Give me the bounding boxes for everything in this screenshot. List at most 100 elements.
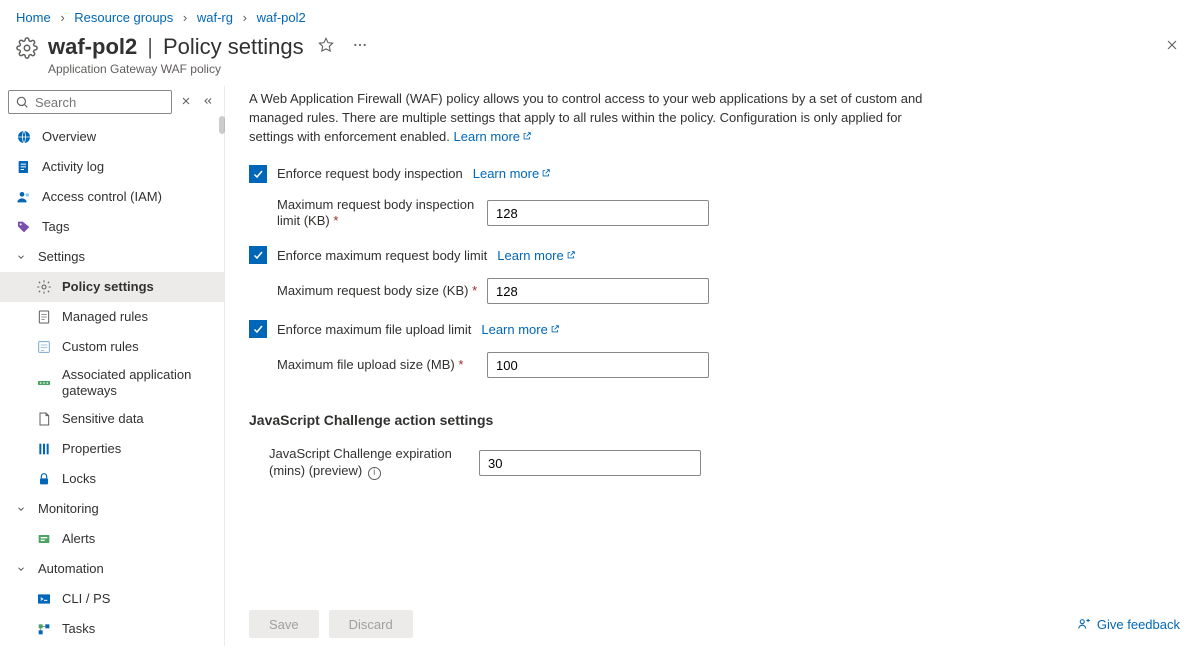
sidebar-item-label: Tags [42,219,69,235]
learn-more-link[interactable]: Learn more [481,322,559,337]
enforce-max-body-checkbox[interactable] [249,246,267,264]
title-bar: waf-pol2 | Policy settings Application G… [0,25,1200,86]
breadcrumb-home[interactable]: Home [16,10,51,25]
title-separator: | [147,34,153,60]
check-icon [252,323,264,335]
sidebar-item-tasks[interactable]: Tasks [0,614,224,644]
sidebar-group-settings[interactable]: Settings [0,242,224,272]
collapse-sidebar-button[interactable] [200,93,216,112]
person-icon [16,189,32,205]
discard-button[interactable]: Discard [329,610,413,638]
breadcrumb: Home › Resource groups › waf-rg › waf-po… [0,0,1200,25]
sidebar-item-custom-rules[interactable]: Custom rules [0,332,224,362]
checkbox-label: Enforce maximum request body limit [277,248,487,263]
checkbox-label: Enforce maximum file upload limit [277,322,471,337]
gateway-icon [36,375,52,391]
js-expiration-field: JavaScript Challenge expiration (mins) (… [269,446,1180,480]
lock-icon [36,471,52,487]
field-label: Maximum file upload size (MB) * [277,357,487,374]
sidebar-item-policy-settings[interactable]: Policy settings [0,272,224,302]
learn-more-link[interactable]: Learn more [473,166,551,181]
breadcrumb-resource[interactable]: waf-pol2 [257,10,306,25]
chevron-right-icon: › [60,10,64,25]
sidebar-item-label: Access control (IAM) [42,189,162,205]
sidebar-group-label: Automation [38,561,104,577]
enforce-body-inspection-checkbox[interactable] [249,165,267,183]
sidebar-item-overview[interactable]: Overview [0,122,224,152]
globe-icon [16,129,32,145]
tasks-icon [36,621,52,637]
sidebar-item-managed-rules[interactable]: Managed rules [0,302,224,332]
page-title: Policy settings [163,34,304,60]
sidebar-item-tags[interactable]: Tags [0,212,224,242]
sidebar-item-activity-log[interactable]: Activity log [0,152,224,182]
feedback-icon [1077,617,1091,631]
properties-icon [36,441,52,457]
max-file-upload-field: Maximum file upload size (MB) * [277,352,1180,378]
favorite-button[interactable] [314,33,338,60]
resource-type: Application Gateway WAF policy [48,62,372,76]
close-icon [1164,37,1180,53]
save-button[interactable]: Save [249,610,319,638]
search-box[interactable] [8,90,172,114]
document-icon [36,309,52,325]
learn-more-link[interactable]: Learn more [454,129,532,144]
sidebar-group-label: Monitoring [38,501,99,517]
sidebar-item-alerts[interactable]: Alerts [0,524,224,554]
max-body-size-input[interactable] [487,278,709,304]
sidebar-nav: Overview Activity log Access control (IA… [0,122,224,646]
search-input[interactable] [35,95,165,110]
sidebar-item-label: Alerts [62,531,95,547]
log-icon [16,159,32,175]
search-icon [15,95,29,109]
sidebar-group-monitoring[interactable]: Monitoring [0,494,224,524]
terminal-icon [36,591,52,607]
max-file-upload-input[interactable] [487,352,709,378]
info-icon[interactable]: i [368,467,381,480]
enforce-max-body-row: Enforce maximum request body limit Learn… [249,246,1180,264]
give-feedback-link[interactable]: Give feedback [1077,617,1180,632]
sidebar-item-locks[interactable]: Locks [0,464,224,494]
checkbox-label: Enforce request body inspection [277,166,463,181]
sidebar-item-properties[interactable]: Properties [0,434,224,464]
external-link-icon [522,131,532,141]
external-link-icon [541,168,551,178]
js-expiration-input[interactable] [479,450,701,476]
clear-search-button[interactable] [178,93,194,112]
intro-text: A Web Application Firewall (WAF) policy … [249,90,929,147]
sidebar-item-export-template[interactable]: Export template [0,644,224,646]
more-button[interactable] [348,33,372,60]
sidebar-item-label: Properties [62,441,121,457]
more-icon [352,37,368,53]
sidebar-item-sensitive-data[interactable]: Sensitive data [0,404,224,434]
sidebar-item-cli[interactable]: CLI / PS [0,584,224,614]
enforce-file-upload-row: Enforce maximum file upload limit Learn … [249,320,1180,338]
chevron-down-icon [16,504,26,514]
sidebar: Overview Activity log Access control (IA… [0,86,225,646]
sidebar-item-associated-gateways[interactable]: Associated application gateways [0,362,224,404]
max-body-inspection-input[interactable] [487,200,709,226]
field-label: Maximum request body size (KB) * [277,283,487,300]
external-link-icon [566,250,576,260]
learn-more-link[interactable]: Learn more [497,248,575,263]
sidebar-group-automation[interactable]: Automation [0,554,224,584]
max-body-inspection-field: Maximum request body inspection limit (K… [277,197,1180,231]
star-icon [318,37,334,53]
check-icon [252,168,264,180]
enforce-file-upload-checkbox[interactable] [249,320,267,338]
enforce-body-inspection-row: Enforce request body inspection Learn mo… [249,165,1180,183]
sidebar-item-label: Locks [62,471,96,487]
chevron-down-icon [16,252,26,262]
sidebar-item-label: Sensitive data [62,411,144,427]
footer-bar: Save Discard Give feedback [249,595,1180,646]
breadcrumb-resource-groups[interactable]: Resource groups [74,10,173,25]
breadcrumb-rg-name[interactable]: waf-rg [197,10,233,25]
sidebar-item-iam[interactable]: Access control (IAM) [0,182,224,212]
max-body-size-field: Maximum request body size (KB) * [277,278,1180,304]
external-link-icon [550,324,560,334]
sidebar-group-label: Settings [38,249,85,265]
close-icon [180,95,192,107]
alert-icon [36,531,52,547]
close-button[interactable] [1160,33,1184,60]
tag-icon [16,219,32,235]
